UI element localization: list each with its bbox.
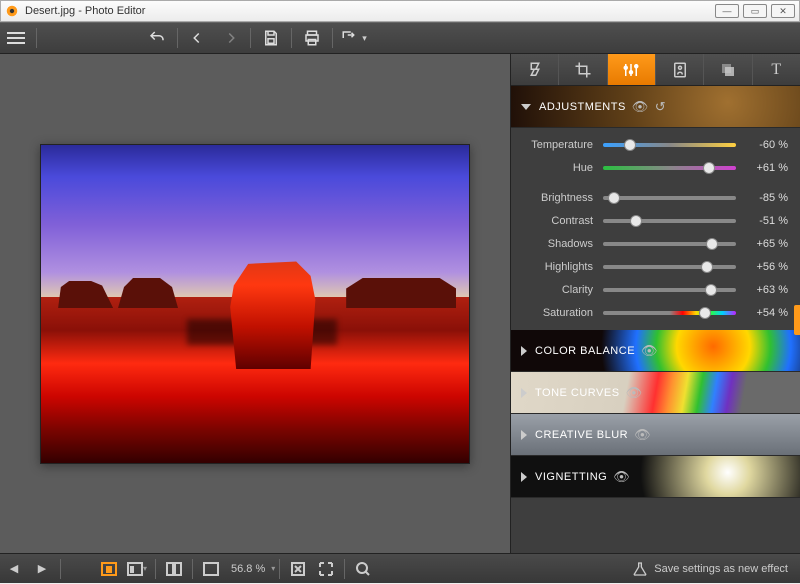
slider-value-hue: +61 %: [744, 162, 788, 174]
section-label: COLOR BALANCE: [535, 345, 635, 357]
panel-collapse-handle[interactable]: [794, 305, 800, 335]
slider-thumb[interactable]: [624, 139, 636, 151]
section-creative-blur[interactable]: CREATIVE BLUR 👁: [511, 414, 800, 456]
chevron-right-icon: [521, 388, 527, 398]
slider-value-temperature: -60 %: [744, 139, 788, 151]
slider-label-brightness: Brightness: [523, 192, 593, 204]
tab-retouch[interactable]: [655, 54, 703, 85]
fit-screen-button[interactable]: [284, 554, 312, 584]
zoom-value[interactable]: 56.8 %: [225, 563, 271, 575]
slider-thumb[interactable]: [608, 192, 620, 204]
panel-tabs: T: [511, 54, 800, 86]
tab-overlay[interactable]: [703, 54, 751, 85]
eye-icon[interactable]: 👁: [626, 385, 643, 401]
slider-contrast[interactable]: [603, 219, 736, 223]
slider-highlights[interactable]: [603, 265, 736, 269]
tab-text[interactable]: T: [752, 54, 800, 85]
slider-label-temperature: Temperature: [523, 139, 593, 151]
slider-shadows[interactable]: [603, 242, 736, 246]
eye-icon[interactable]: 👁: [632, 99, 649, 115]
window-titlebar: Desert.jpg - Photo Editor — ▭ ✕: [0, 0, 800, 22]
window-title: Desert.jpg - Photo Editor: [25, 5, 145, 17]
back-button[interactable]: [182, 22, 214, 54]
slider-value-saturation: +54 %: [744, 307, 788, 319]
chevron-down-icon: [521, 104, 531, 110]
slider-hue[interactable]: [603, 166, 736, 170]
photo-preview: [40, 144, 470, 464]
print-button[interactable]: [296, 22, 328, 54]
section-label: ADJUSTMENTS: [539, 101, 626, 113]
eye-icon[interactable]: 👁: [634, 427, 651, 443]
adjustments-sliders: Temperature -60 % Hue +61 % Brightness -…: [511, 128, 800, 330]
slider-thumb[interactable]: [703, 162, 715, 174]
top-toolbar: ▾: [0, 22, 800, 54]
bottom-toolbar: ◀ ▶ ▾ 56.8 % ▾ Save settings as new effe…: [0, 553, 800, 583]
chevron-right-icon: [521, 472, 527, 482]
save-button[interactable]: [255, 22, 287, 54]
canvas-area[interactable]: [0, 54, 510, 553]
slider-value-contrast: -51 %: [744, 215, 788, 227]
eye-icon[interactable]: 👁: [641, 343, 658, 359]
slider-saturation[interactable]: [603, 311, 736, 315]
right-panel: T ADJUSTMENTS 👁 ↺ Temperature -60 %: [510, 54, 800, 553]
separator: [36, 28, 37, 48]
slider-value-shadows: +65 %: [744, 238, 788, 250]
slider-brightness[interactable]: [603, 196, 736, 200]
view-single-button[interactable]: [95, 554, 123, 584]
slider-label-highlights: Highlights: [523, 261, 593, 273]
flask-icon: [632, 561, 648, 577]
chevron-right-icon: [521, 346, 527, 356]
window-maximize-button[interactable]: ▭: [743, 4, 767, 18]
reset-icon[interactable]: ↺: [655, 99, 666, 115]
menu-button[interactable]: [0, 22, 32, 54]
section-color-balance[interactable]: COLOR BALANCE 👁: [511, 330, 800, 372]
section-vignetting[interactable]: VIGNETTING 👁: [511, 456, 800, 498]
slider-thumb[interactable]: [706, 238, 718, 250]
slider-value-highlights: +56 %: [744, 261, 788, 273]
window-minimize-button[interactable]: —: [715, 4, 739, 18]
app-logo-icon: [5, 4, 19, 18]
view-compare-button[interactable]: ▾: [123, 554, 151, 584]
actual-size-button[interactable]: [312, 554, 340, 584]
slider-temperature[interactable]: [603, 143, 736, 147]
slider-thumb[interactable]: [701, 261, 713, 273]
slider-label-clarity: Clarity: [523, 284, 593, 296]
slider-label-saturation: Saturation: [523, 307, 593, 319]
slider-clarity[interactable]: [603, 288, 736, 292]
slider-label-contrast: Contrast: [523, 215, 593, 227]
tab-crop[interactable]: [558, 54, 606, 85]
slider-thumb[interactable]: [699, 307, 711, 319]
save-as-effect-label: Save settings as new effect: [654, 563, 788, 575]
export-button[interactable]: ▾: [337, 22, 369, 54]
tab-effects[interactable]: [511, 54, 558, 85]
navigator-button[interactable]: [349, 554, 377, 584]
section-tone-curves[interactable]: TONE CURVES 👁: [511, 372, 800, 414]
slider-label-hue: Hue: [523, 162, 593, 174]
forward-button[interactable]: [214, 22, 246, 54]
view-split-button[interactable]: [160, 554, 188, 584]
chevron-right-icon: [521, 430, 527, 440]
window-close-button[interactable]: ✕: [771, 4, 795, 18]
slider-value-brightness: -85 %: [744, 192, 788, 204]
save-as-effect-button[interactable]: Save settings as new effect: [620, 561, 800, 577]
fit-button[interactable]: [197, 554, 225, 584]
section-label: CREATIVE BLUR: [535, 429, 628, 441]
section-label: TONE CURVES: [535, 387, 620, 399]
slider-label-shadows: Shadows: [523, 238, 593, 250]
section-label: VIGNETTING: [535, 471, 607, 483]
next-image-button[interactable]: ▶: [28, 554, 56, 584]
slider-value-clarity: +63 %: [744, 284, 788, 296]
tab-adjust[interactable]: [607, 54, 655, 85]
eye-icon[interactable]: 👁: [613, 469, 630, 485]
slider-thumb[interactable]: [630, 215, 642, 227]
section-adjustments[interactable]: ADJUSTMENTS 👁 ↺: [511, 86, 800, 128]
slider-thumb[interactable]: [705, 284, 717, 296]
prev-image-button[interactable]: ◀: [0, 554, 28, 584]
undo-button[interactable]: [141, 22, 173, 54]
